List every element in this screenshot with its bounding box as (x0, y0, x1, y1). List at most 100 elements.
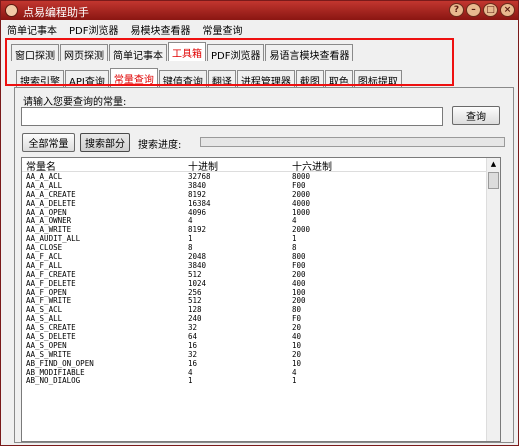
cell-hex: 10 (292, 341, 302, 350)
cell-decimal: 128 (188, 306, 202, 315)
cell-hex: 40 (292, 333, 302, 342)
cell-name: AA_S_OPEN (26, 341, 67, 350)
table-row[interactable]: AA_F_ALL 3840 F00 (22, 262, 487, 271)
title-bar: 点易编程助手 ? – □ × (1, 1, 518, 20)
cell-decimal: 256 (188, 288, 202, 297)
table-row[interactable]: AA_F_CREATE 512 200 (22, 271, 487, 280)
cell-hex: 200 (292, 297, 306, 306)
cell-decimal: 8192 (188, 190, 207, 199)
cell-name: AA_S_DELETE (26, 333, 76, 342)
query-button[interactable]: 查询 (452, 106, 500, 125)
cell-hex: 2000 (292, 190, 311, 199)
table-row[interactable]: AA_A_OWNER 4 4 (22, 217, 487, 226)
table-row[interactable]: AA_S_ALL 240 F0 (22, 315, 487, 324)
app-logo-icon (5, 4, 18, 17)
table-row[interactable]: AA_A_WRITE 8192 2000 (22, 226, 487, 235)
scroll-up-icon[interactable]: ▲ (487, 158, 500, 171)
list-rows: AA_A_ACL 32768 8000 AA_A_ALL 3840 F00 AA_A_CRE… (22, 173, 487, 386)
vertical-scrollbar[interactable]: ▲ (486, 158, 500, 441)
table-row[interactable]: AA_F_DELETE 1024 400 (22, 280, 487, 289)
cell-name: AA_A_WRITE (26, 226, 72, 235)
cell-name: AA_F_WRITE (26, 297, 72, 306)
cell-decimal: 32 (188, 350, 198, 359)
cell-decimal: 240 (188, 315, 202, 324)
table-row[interactable]: AA_A_OPEN 4096 1000 (22, 209, 487, 218)
cell-decimal: 8192 (188, 226, 207, 235)
cell-decimal: 64 (188, 333, 198, 342)
table-row[interactable]: AA_S_WRITE 32 20 (22, 351, 487, 360)
table-row[interactable]: AA_CLOSE 8 8 (22, 244, 487, 253)
column-header-name[interactable]: 常量名 (22, 158, 184, 173)
cell-hex: 20 (292, 324, 302, 333)
cell-hex: 10 (292, 359, 302, 368)
cell-hex: 4 (292, 368, 297, 377)
highlight-box (5, 38, 454, 86)
cell-decimal: 512 (188, 270, 202, 279)
cell-name: AA_A_ACL (26, 173, 63, 181)
cell-name: AA_A_OPEN (26, 208, 67, 217)
cell-hex: 1000 (292, 208, 311, 217)
table-row[interactable]: AA_F_OPEN 256 100 (22, 289, 487, 298)
query-prompt-label: 请输入您要查询的常量: (23, 97, 127, 108)
cell-name: AA_CLOSE (26, 244, 63, 253)
table-row[interactable]: AA_S_OPEN 16 10 (22, 342, 487, 351)
table-row[interactable]: AA_A_CREATE 8192 2000 (22, 191, 487, 200)
close-button[interactable]: × (500, 3, 515, 17)
cell-hex: 200 (292, 270, 306, 279)
cell-name: AA_A_CREATE (26, 190, 76, 199)
cell-decimal: 3840 (188, 261, 207, 270)
table-row[interactable]: AB_MODIFIABLE 4 4 (22, 369, 487, 378)
cell-hex: 800 (292, 253, 306, 262)
table-row[interactable]: AA_S_DELETE 64 40 (22, 333, 487, 342)
table-row[interactable]: AA_A_ALL 3840 F00 (22, 182, 487, 191)
cell-name: AA_F_ACL (26, 253, 63, 262)
cell-hex: 8 (292, 244, 297, 253)
table-row[interactable]: AB_NO_DIALOG 1 1 (22, 377, 487, 386)
menu-constants[interactable]: 常量查询 (196, 20, 248, 38)
cell-name: AA_A_OWNER (26, 217, 72, 226)
cell-name: AA_F_CREATE (26, 270, 76, 279)
constants-list[interactable]: 常量名 十进制 十六进制 AA_A_ACL 32768 8000 AA_A_ALL 38… (21, 157, 501, 442)
cell-name: AA_F_ALL (26, 261, 63, 270)
cell-decimal: 16 (188, 359, 198, 368)
table-row[interactable]: AA_F_ACL 2048 800 (22, 253, 487, 262)
cell-decimal: 4 (188, 368, 193, 377)
search-partial-button[interactable]: 搜索部分 (80, 133, 130, 152)
table-row[interactable]: AA_S_ACL 128 80 (22, 306, 487, 315)
cell-decimal: 32768 (188, 173, 211, 181)
table-row[interactable]: AA_AUDIT_ALL 1 1 (22, 235, 487, 244)
all-constants-button[interactable]: 全部常量 (22, 133, 75, 152)
column-header-decimal[interactable]: 十进制 (184, 158, 288, 173)
cell-decimal: 1 (188, 235, 193, 244)
cell-name: AA_S_ALL (26, 315, 63, 324)
cell-decimal: 4096 (188, 208, 207, 217)
menu-module-viewer[interactable]: 易模块查看器 (124, 20, 196, 38)
cell-name: AA_AUDIT_ALL (26, 235, 81, 244)
column-header-hex[interactable]: 十六进制 (288, 158, 487, 173)
scroll-thumb[interactable] (488, 172, 499, 189)
list-header: 常量名 十进制 十六进制 (22, 158, 487, 173)
cell-decimal: 512 (188, 297, 202, 306)
help-button[interactable]: ? (449, 3, 464, 17)
cell-name: AA_S_CREATE (26, 324, 76, 333)
cell-decimal: 32 (188, 324, 198, 333)
cell-name: AA_S_ACL (26, 306, 63, 315)
menu-notepad[interactable]: 简单记事本 (1, 20, 63, 38)
cell-name: AB_FIND_ON_OPEN (26, 359, 94, 368)
table-row[interactable]: AB_FIND_ON_OPEN 16 10 (22, 360, 487, 369)
menu-pdf[interactable]: PDF浏览器 (63, 20, 124, 38)
table-row[interactable]: AA_S_CREATE 32 20 (22, 324, 487, 333)
cell-name: AA_S_WRITE (26, 350, 72, 359)
minimize-button[interactable]: – (466, 3, 481, 17)
cell-name: AB_MODIFIABLE (26, 368, 85, 377)
cell-decimal: 16384 (188, 199, 211, 208)
cell-hex: 1 (292, 235, 297, 244)
cell-name: AB_NO_DIALOG (26, 377, 81, 386)
cell-decimal: 16 (188, 341, 198, 350)
constant-search-input[interactable] (21, 107, 443, 126)
table-row[interactable]: AA_A_DELETE 16384 4000 (22, 200, 487, 209)
table-row[interactable]: AA_F_WRITE 512 200 (22, 297, 487, 306)
cell-hex: F00 (292, 181, 306, 190)
table-row[interactable]: AA_A_ACL 32768 8000 (22, 173, 487, 182)
maximize-button[interactable]: □ (483, 3, 498, 17)
